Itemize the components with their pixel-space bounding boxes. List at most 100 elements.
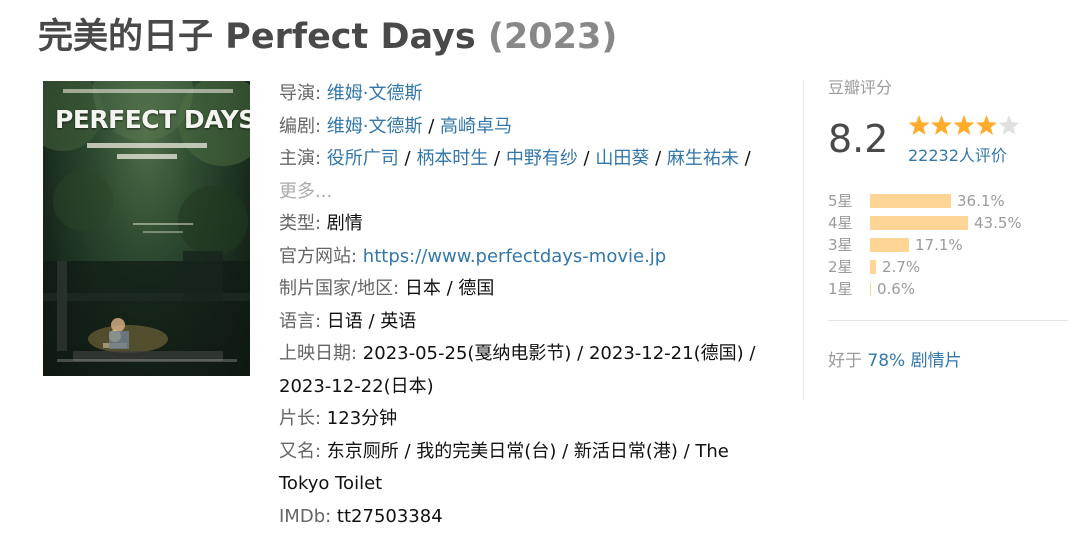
director-link[interactable]: 维姆·文德斯: [327, 83, 423, 104]
histogram-bar: [870, 282, 871, 296]
country-row: 制片国家/地区: 日本 / 德国: [279, 273, 789, 306]
star-empty-icon: [999, 115, 1020, 135]
histogram-star-label: 1星: [828, 278, 853, 300]
language-label: 语言: [279, 311, 315, 332]
histogram-percent: 43.5%: [974, 212, 1022, 234]
aka-value-line1: 东京厕所 / 我的完美日常(台) / 新活日常(港) / The: [327, 441, 729, 462]
histogram-row: 1星 0.6%: [828, 278, 1068, 300]
language-value: 日语 / 英语: [327, 311, 417, 332]
star-filled-icon: [931, 115, 952, 135]
country-value: 日本 / 德国: [405, 278, 495, 299]
website-label: 官方网站: [279, 246, 351, 267]
movie-title: 完美的日子 Perfect Days: [38, 17, 476, 57]
separator: /: [423, 116, 441, 137]
histogram-percent: 0.6%: [877, 278, 915, 300]
histogram-bar: [870, 238, 909, 252]
rating-stars: [908, 114, 1028, 136]
histogram-percent: 2.7%: [882, 256, 920, 278]
rating-histogram: 5星 36.1% 4星 43.5% 3星 17.1% 2星 2.7% 1星 0.6%: [828, 190, 1068, 300]
rating-title: 豆瓣评分: [828, 76, 1068, 100]
more-row: 更多...: [279, 176, 789, 209]
runtime-value: 123分钟: [327, 408, 397, 429]
histogram-row: 3星 17.1%: [828, 234, 1068, 256]
movie-poster[interactable]: PERFECT DAYS: [43, 81, 250, 376]
release-row-cont: 2023-12-22(日本): [279, 371, 789, 404]
release-value-line1: 2023-05-25(戛纳电影节) / 2023-12-21(德国) /: [363, 343, 756, 364]
colon: :: [315, 311, 327, 332]
cast-link[interactable]: 麻生祐未: [667, 148, 739, 169]
rating-panel: 豆瓣评分 8.2 22232人评价 5星36.1%4星43.5%3星17.1%2…: [828, 76, 1068, 100]
imdb-label: IMDb: [279, 506, 325, 527]
colon: :: [351, 343, 363, 364]
star-filled-icon: [909, 115, 930, 135]
histogram-star-label: 3星: [828, 234, 853, 256]
better-than-link[interactable]: 78% 剧情片: [867, 351, 961, 371]
separator: /: [399, 148, 417, 169]
colon: :: [351, 246, 363, 267]
poster-festival-line: [63, 87, 233, 95]
genre-label: 类型: [279, 213, 315, 234]
imdb-value: tt27503384: [337, 506, 443, 527]
histogram-star-label: 5星: [828, 190, 853, 212]
cast-label: 主演: [279, 148, 315, 169]
histogram-star-label: 4星: [828, 212, 853, 234]
more-cast-link[interactable]: 更多...: [279, 181, 332, 202]
colon: :: [393, 278, 405, 299]
star-filled-icon: [976, 115, 997, 135]
page-title: 完美的日子 Perfect Days (2023): [38, 8, 617, 59]
histogram-row: 2星 2.7%: [828, 256, 1068, 278]
histogram-percent: 36.1%: [957, 190, 1005, 212]
director-label: 导演: [279, 83, 315, 104]
colon: :: [315, 116, 327, 137]
cast-link[interactable]: 役所广司: [327, 148, 399, 169]
cast-link[interactable]: 山田葵: [595, 148, 649, 169]
better-prefix: 好于: [828, 351, 862, 371]
histogram-row: 4星 43.5%: [828, 212, 1068, 234]
colon: :: [315, 148, 327, 169]
poster-subtitle-lines: [77, 141, 217, 167]
histogram-percent: 17.1%: [915, 234, 963, 256]
histogram-star-label: 2星: [828, 256, 853, 278]
cast-row: 主演: 役所广司 / 柄本时生 / 中野有纱 / 山田葵 / 麻生祐未 /: [279, 143, 789, 176]
website-link[interactable]: https://www.perfectdays-movie.jp: [363, 246, 666, 267]
language-row: 语言: 日语 / 英语: [279, 306, 789, 339]
histogram-row: 5星 36.1%: [828, 190, 1068, 212]
colon: :: [325, 506, 337, 527]
colon: :: [315, 83, 327, 104]
aka-row-cont: Tokyo Toilet: [279, 468, 789, 501]
histogram-bar: [870, 260, 876, 274]
vote-count-link[interactable]: 22232人评价: [908, 142, 1007, 166]
horizontal-divider: [828, 320, 1068, 321]
separator: /: [649, 148, 667, 169]
rating-score: 8.2: [828, 114, 888, 164]
release-row: 上映日期: 2023-05-25(戛纳电影节) / 2023-12-21(德国)…: [279, 338, 789, 371]
star-filled-icon: [954, 115, 975, 135]
aka-row: 又名: 东京厕所 / 我的完美日常(台) / 新活日常(港) / The: [279, 436, 789, 469]
colon: :: [315, 213, 327, 234]
aka-value-line2: Tokyo Toilet: [279, 473, 382, 494]
aka-label: 又名: [279, 441, 315, 462]
movie-info: 导演: 维姆·文德斯 编剧: 维姆·文德斯 / 高崎卓马 主演: 役所广司 / …: [279, 78, 789, 533]
colon: :: [315, 408, 327, 429]
cast-link[interactable]: 柄本时生: [416, 148, 488, 169]
cast-link[interactable]: 中野有纱: [506, 148, 578, 169]
website-row: 官方网站: https://www.perfectdays-movie.jp: [279, 241, 789, 274]
director-row: 导演: 维姆·文德斯: [279, 78, 789, 111]
histogram-bar: [870, 194, 951, 208]
release-value-line2: 2023-12-22(日本): [279, 376, 434, 397]
vertical-divider: [803, 80, 804, 400]
poster-title-text: PERFECT DAYS: [55, 105, 238, 134]
separator: /: [578, 148, 596, 169]
release-label: 上映日期: [279, 343, 351, 364]
movie-year: (2023): [488, 17, 617, 57]
genre-row: 类型: 剧情: [279, 208, 789, 241]
writer-label: 编剧: [279, 116, 315, 137]
writer-link[interactable]: 维姆·文德斯: [327, 116, 423, 137]
writer-link[interactable]: 高崎卓马: [440, 116, 512, 137]
runtime-row: 片长: 123分钟: [279, 403, 789, 436]
colon: :: [315, 441, 327, 462]
writer-row: 编剧: 维姆·文德斯 / 高崎卓马: [279, 111, 789, 144]
histogram-bar: [870, 216, 968, 230]
separator: /: [739, 148, 751, 169]
runtime-label: 片长: [279, 408, 315, 429]
